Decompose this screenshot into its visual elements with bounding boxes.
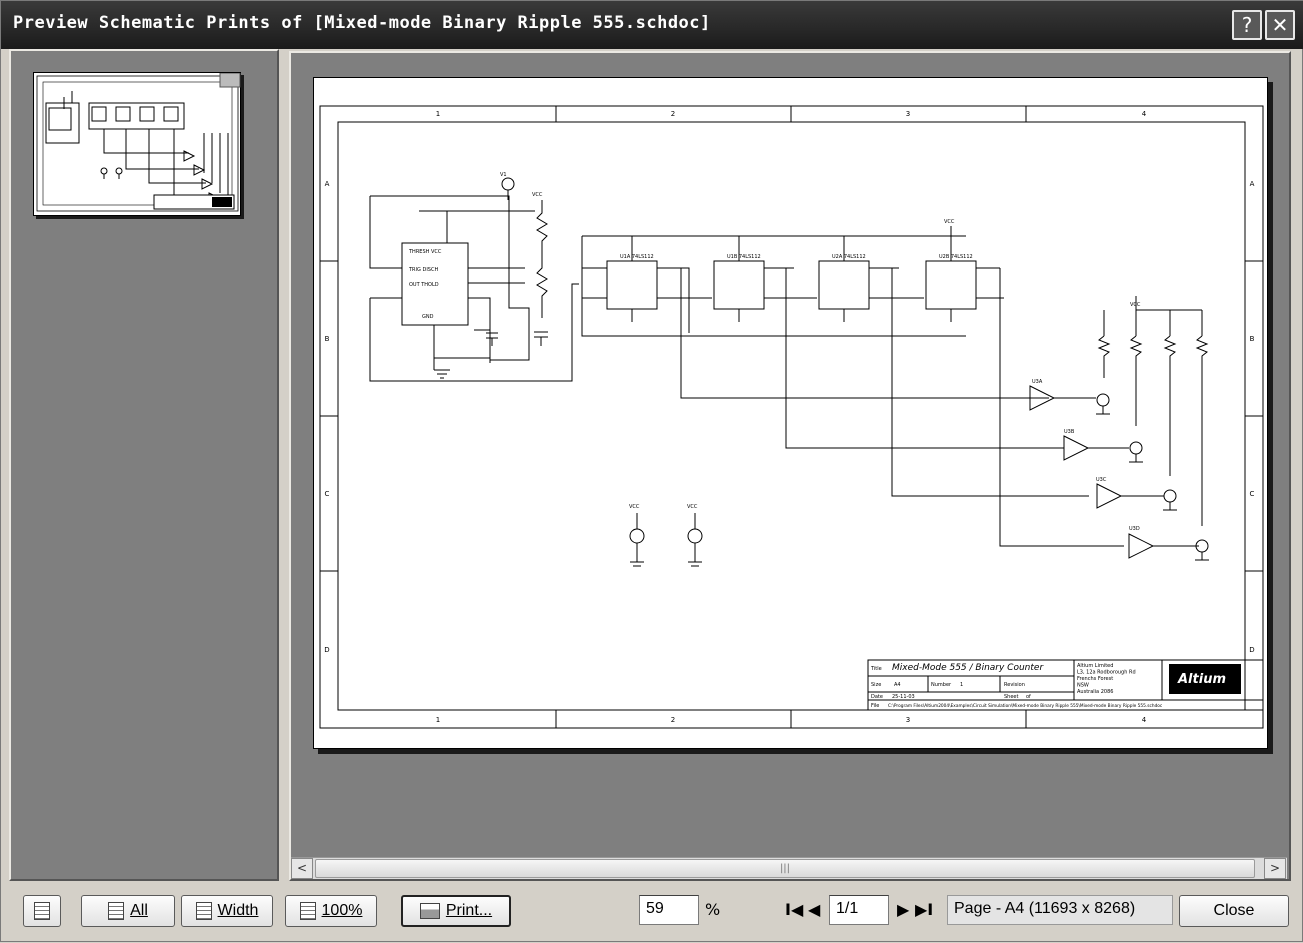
revision-label: Revision — [1004, 682, 1025, 688]
file-path: C:\Program Files\Altium2004\Examples\Cir… — [888, 703, 1163, 709]
svg-text:U3B: U3B — [1064, 429, 1075, 435]
svg-text:TRIG DISCH: TRIG DISCH — [408, 267, 438, 273]
border-col-label: 2 — [671, 716, 675, 724]
svg-text:VCC: VCC — [629, 504, 640, 510]
border-row-label: B — [1250, 335, 1255, 343]
thumbnails-icon — [34, 902, 50, 920]
fit-all-label: All — [130, 902, 148, 919]
company-line: NSW — [1077, 683, 1089, 689]
first-page-button[interactable]: I◀ — [785, 895, 803, 925]
previous-page-button[interactable]: ◀ — [808, 895, 820, 925]
number-label: Number — [931, 682, 952, 688]
company-line: L3, 12a Rodborough Rd — [1077, 670, 1136, 676]
border-row-label: C — [1250, 490, 1255, 498]
svg-text:U2B 74LS112: U2B 74LS112 — [939, 254, 973, 260]
sheet-value: of — [1026, 694, 1031, 700]
sheet-label: Sheet — [1004, 694, 1018, 700]
svg-text:U3C: U3C — [1096, 477, 1107, 483]
svg-text:VCC: VCC — [1130, 302, 1141, 308]
border-row-label: A — [325, 180, 330, 188]
zoom-100-button[interactable]: 100% — [285, 895, 377, 927]
border-row-label: D — [1249, 646, 1254, 654]
close-button[interactable]: Close — [1179, 895, 1289, 927]
border-row-label: B — [325, 335, 330, 343]
scroll-right-button[interactable]: > — [1264, 858, 1286, 879]
number-value: 1 — [960, 682, 963, 688]
svg-text:VCC: VCC — [944, 219, 955, 225]
border-col-label: 3 — [906, 716, 910, 724]
svg-text:VCC: VCC — [687, 504, 698, 510]
svg-text:V1: V1 — [500, 172, 507, 178]
horizontal-scrollbar[interactable]: < ||| > — [291, 857, 1287, 879]
page-thumbnail[interactable] — [33, 72, 241, 216]
border-col-label: 2 — [671, 110, 675, 118]
border-row-label: A — [1250, 180, 1255, 188]
thumbnail-schematic — [36, 72, 241, 212]
schematic-drawing: 1 1 2 2 3 3 4 4 A A B B C C D D THRESH VCCTRIG DISC… — [319, 105, 1264, 729]
title-label: Title — [870, 666, 882, 672]
actual-size-icon — [299, 902, 316, 920]
company-line: Frenchs Forest — [1077, 676, 1113, 682]
last-page-button[interactable]: ▶I — [915, 895, 933, 925]
svg-text:U1A 74LS112: U1A 74LS112 — [620, 254, 654, 260]
svg-text:VCC: VCC — [532, 192, 543, 198]
bottom-toolbar: All Width 100% Print... 59 % I◀ ◀ 1/1 ▶ … — [1, 881, 1303, 943]
size-value: A4 — [894, 682, 901, 688]
print-label: Print... — [445, 902, 493, 919]
altium-logo-text: Altium — [1177, 672, 1226, 687]
thumbnail-pane — [9, 49, 279, 881]
svg-text:GND: GND — [422, 314, 434, 320]
zoom-100-label: 100% — [321, 902, 363, 919]
border-col-label: 1 — [436, 110, 440, 118]
svg-text:U2A 74LS112: U2A 74LS112 — [832, 254, 866, 260]
close-window-button[interactable]: ✕ — [1265, 10, 1295, 40]
file-label: File — [871, 703, 879, 709]
size-label: Size — [871, 682, 881, 688]
scroll-left-button[interactable]: < — [291, 858, 313, 879]
toggle-thumbnails-button[interactable] — [23, 895, 61, 927]
date-label: Date — [871, 694, 883, 700]
help-button[interactable]: ? — [1232, 10, 1262, 40]
svg-text:U3A: U3A — [1032, 379, 1043, 385]
border-col-label: 4 — [1142, 110, 1147, 118]
print-button[interactable]: Print... — [401, 895, 511, 927]
printer-icon — [419, 903, 440, 919]
svg-text:U3D: U3D — [1129, 526, 1140, 532]
date-value: 25-11-03 — [892, 694, 915, 700]
border-col-label: 4 — [1142, 716, 1147, 724]
page-info-readout: Page - A4 (11693 x 8268) — [947, 895, 1173, 925]
next-page-button[interactable]: ▶ — [897, 895, 909, 925]
schematic-sheet[interactable]: 1 1 2 2 3 3 4 4 A A B B C C D D THRESH VCC TRIG DISCH O… — [313, 77, 1268, 749]
border-col-label: 3 — [906, 110, 910, 118]
fit-all-button[interactable]: All — [81, 895, 175, 927]
window-title: Preview Schematic Prints of [Mixed-mode … — [13, 13, 711, 33]
border-row-label: C — [325, 490, 330, 498]
company-line: Altium Limited — [1077, 663, 1113, 669]
page-number-input[interactable]: 1/1 — [829, 895, 889, 925]
title-bar: Preview Schematic Prints of [Mixed-mode … — [1, 1, 1303, 49]
svg-text:U1B 74LS112: U1B 74LS112 — [727, 254, 761, 260]
svg-text:OUT THOLD: OUT THOLD — [409, 282, 439, 288]
border-row-label: D — [324, 646, 329, 654]
svg-text:THRESH VCC: THRESH VCC — [408, 249, 442, 255]
fit-width-button[interactable]: Width — [181, 895, 273, 927]
company-line: Australia 2086 — [1077, 689, 1113, 695]
zoom-unit: % — [705, 900, 721, 919]
preview-window: Preview Schematic Prints of [Mixed-mode … — [0, 0, 1303, 942]
page-width-icon — [195, 902, 212, 920]
scrollbar-thumb[interactable]: ||| — [315, 859, 1255, 878]
page-icon — [108, 902, 125, 920]
border-col-label: 1 — [436, 716, 440, 724]
zoom-input[interactable]: 59 — [639, 895, 699, 925]
fit-width-label: Width — [217, 902, 259, 919]
sheet-title: Mixed-Mode 555 / Binary Counter — [892, 663, 1044, 673]
print-preview-pane: 1 1 2 2 3 3 4 4 A A B B C C D D THRESH VCC TRIG DISCH O… — [289, 51, 1291, 881]
